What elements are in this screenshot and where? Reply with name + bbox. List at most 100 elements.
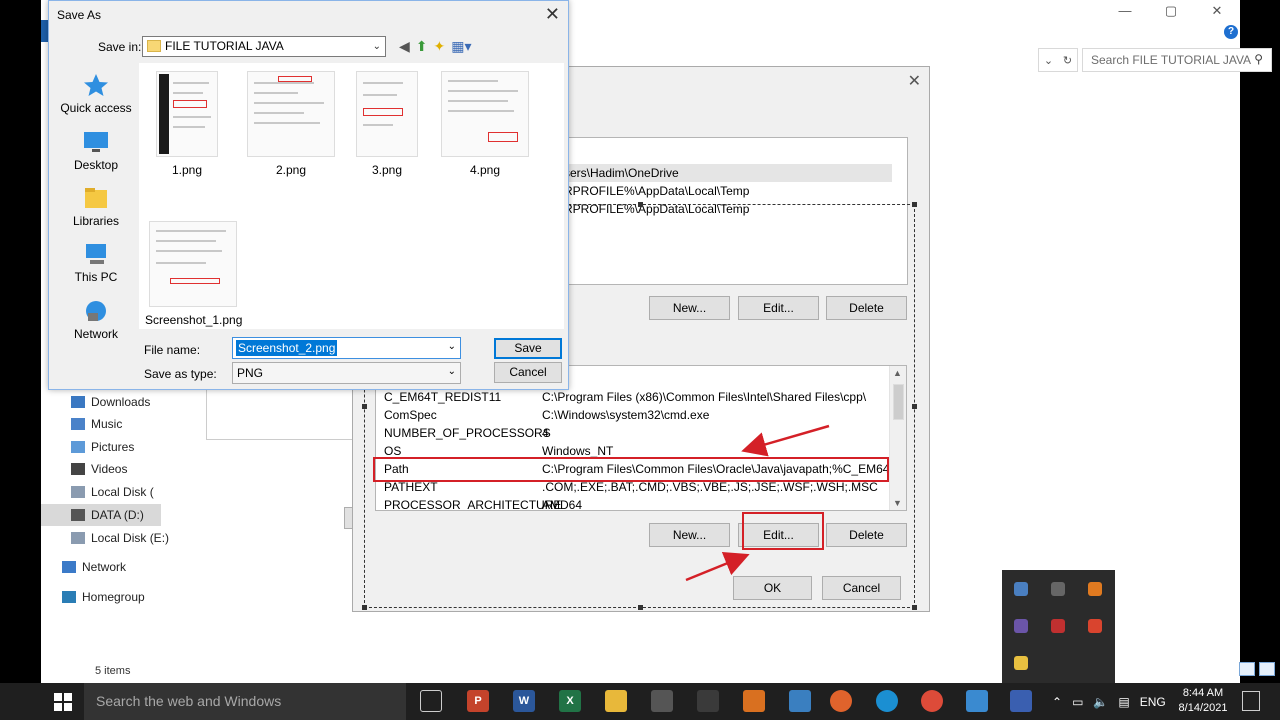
edge-icon[interactable] <box>876 690 898 712</box>
store-icon[interactable] <box>651 690 673 712</box>
user-edit-button[interactable]: Edit... <box>738 296 819 320</box>
place-libraries[interactable]: Libraries <box>57 186 135 228</box>
nav-item-homegroup[interactable]: Homegroup <box>62 586 145 608</box>
file-explorer-icon[interactable] <box>605 690 627 712</box>
thumbnail-image <box>247 71 335 157</box>
view-menu-icon[interactable]: ▦▾ <box>451 38 471 54</box>
cancel-button[interactable]: Cancel <box>494 362 562 383</box>
help-icon[interactable]: ? <box>1224 25 1238 39</box>
nav-item-local-disk-e[interactable]: Local Disk (E:) <box>71 527 169 549</box>
nav-item-downloads[interactable]: Downloads <box>71 391 150 413</box>
app-icon[interactable] <box>966 690 988 712</box>
table-row[interactable]: ComSpec C:\Windows\system32\cmd.exe <box>376 406 888 424</box>
nav-item-local-disk-c[interactable]: Local Disk ( <box>71 481 154 503</box>
homegroup-icon <box>62 591 76 603</box>
close-icon[interactable]: ✕ <box>908 71 921 91</box>
chrome-icon[interactable] <box>1088 619 1102 633</box>
nav-item-videos[interactable]: Videos <box>71 458 127 480</box>
save-button[interactable]: Save <box>494 338 562 359</box>
pen-icon[interactable] <box>1014 619 1028 633</box>
app-tray-icon[interactable] <box>1051 619 1065 633</box>
vertical-scrollbar[interactable]: ▲ ▼ <box>889 366 906 510</box>
dropbox-icon[interactable] <box>1051 582 1065 596</box>
explorer-search-input[interactable]: Search FILE TUTORIAL JAVA ⚲ <box>1082 48 1272 72</box>
nav-item-label: Music <box>91 417 123 431</box>
pictures-icon <box>71 441 85 453</box>
table-row[interactable]: NUMBER_OF_PROCESSORS 4 <box>376 424 888 442</box>
firefox-icon[interactable] <box>830 690 852 712</box>
clock[interactable]: 8:44 AM 8/14/2021 <box>1175 686 1231 716</box>
file-item[interactable]: 3.png <box>339 71 435 177</box>
file-item[interactable]: 4.png <box>437 71 533 177</box>
app-tray-icon[interactable] <box>1014 656 1028 670</box>
sublime-icon[interactable] <box>743 690 765 712</box>
taskbar-search-input[interactable]: Search the web and Windows <box>84 683 406 720</box>
navigation-pane: Downloads Music Pictures Videos Local Di… <box>41 390 169 620</box>
variable-value: RPROFILE%\AppData\Local\Temp <box>564 202 750 216</box>
thumbnail-image <box>441 71 529 157</box>
scroll-thumb[interactable] <box>893 384 904 420</box>
windows-start-icon[interactable] <box>54 693 72 711</box>
app-tray-icon[interactable] <box>1088 582 1102 596</box>
file-item[interactable]: Screenshot_1.png <box>145 221 242 327</box>
save-type-select[interactable]: PNG ⌄ <box>232 362 461 384</box>
powerpoint-icon[interactable]: P <box>467 690 489 712</box>
user-new-button[interactable]: New... <box>649 296 730 320</box>
chevron-up-icon[interactable]: ⌃ <box>1052 695 1062 709</box>
close-button[interactable]: ✕ <box>1194 0 1240 22</box>
notifications-icon[interactable] <box>1242 691 1260 711</box>
network-tray-icon[interactable]: ▭ <box>1072 695 1083 709</box>
save-in-select[interactable]: FILE TUTORIAL JAVA ⌄ <box>142 36 386 57</box>
task-view-icon[interactable] <box>420 690 442 712</box>
nav-item-music[interactable]: Music <box>71 413 122 435</box>
maximize-button[interactable]: ▢ <box>1148 0 1194 22</box>
desktop-screen: — ▢ ✕ ? ⌄ ↻ Search FILE TUTORIAL JAVA ⚲ … <box>0 0 1280 720</box>
word-icon[interactable]: W <box>513 690 535 712</box>
app-icon[interactable] <box>1010 690 1032 712</box>
chrome-icon[interactable] <box>921 690 943 712</box>
ok-button[interactable]: OK <box>733 576 812 600</box>
details-view-icon[interactable] <box>1239 662 1255 676</box>
new-folder-icon[interactable]: ✦ <box>434 38 446 54</box>
scroll-down-icon[interactable]: ▼ <box>893 498 902 508</box>
edit-highlight-box <box>742 512 824 550</box>
table-row[interactable]: PROCESSOR_ARCHITECTURE AMD64 <box>376 496 888 510</box>
chevron-down-icon[interactable]: ⌄ <box>448 341 456 352</box>
app-icon[interactable] <box>789 690 811 712</box>
large-icons-view-icon[interactable] <box>1259 662 1275 676</box>
app-icon[interactable] <box>697 690 719 712</box>
language-indicator[interactable]: ENG <box>1140 695 1166 709</box>
music-icon <box>71 418 85 430</box>
nav-item-pictures[interactable]: Pictures <box>71 436 134 458</box>
message-icon[interactable]: ▤ <box>1118 695 1129 709</box>
system-new-button[interactable]: New... <box>649 523 730 547</box>
scroll-up-icon[interactable]: ▲ <box>893 368 902 378</box>
table-row[interactable]: C_EM64T_REDIST11 C:\Program Files (x86)\C… <box>376 388 888 406</box>
place-desktop[interactable]: Desktop <box>57 130 135 172</box>
nav-item-network[interactable]: Network <box>62 556 126 578</box>
place-this-pc[interactable]: This PC <box>57 242 135 284</box>
chevron-down-icon[interactable]: ⌄ <box>1044 54 1053 67</box>
minimize-button[interactable]: — <box>1102 0 1148 22</box>
app-tray-icon[interactable] <box>1014 582 1028 596</box>
excel-icon[interactable]: X <box>559 690 581 712</box>
up-folder-icon[interactable]: ⬆ <box>416 38 428 54</box>
variable-value: 4 <box>542 426 549 440</box>
computer-icon <box>86 244 106 264</box>
file-name-input[interactable]: Screenshot_2.png ⌄ <box>232 337 461 359</box>
cancel-button[interactable]: Cancel <box>822 576 901 600</box>
nav-item-data-d[interactable]: DATA (D:) <box>41 504 161 526</box>
place-quick-access[interactable]: Quick access <box>57 73 135 115</box>
refresh-icon[interactable]: ↻ <box>1063 54 1072 67</box>
place-network[interactable]: Network <box>57 299 135 341</box>
back-icon[interactable]: ◀ <box>399 38 410 54</box>
desktop-icon <box>84 132 108 152</box>
file-item[interactable]: 2.png <box>243 71 339 177</box>
volume-icon[interactable]: 🔈 <box>1093 695 1108 709</box>
file-item[interactable]: 1.png <box>139 71 235 177</box>
system-delete-button[interactable]: Delete <box>826 523 907 547</box>
user-delete-button[interactable]: Delete <box>826 296 907 320</box>
view-toggle <box>1239 662 1275 676</box>
dialog-title: Save As <box>57 8 102 22</box>
close-icon[interactable]: ✕ <box>545 4 560 25</box>
